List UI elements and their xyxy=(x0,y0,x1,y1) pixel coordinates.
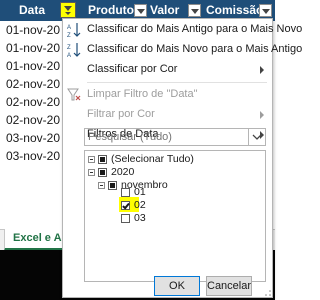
submenu-arrow-icon xyxy=(260,66,264,74)
collapse-icon[interactable] xyxy=(98,182,105,189)
submenu-arrow-icon xyxy=(260,111,264,119)
tree-item-label: 02 xyxy=(134,199,146,211)
checkbox-checked[interactable] xyxy=(121,201,130,210)
cancel-button[interactable]: Cancelar xyxy=(206,276,252,296)
search-input[interactable] xyxy=(85,129,247,145)
menu-item-clear-filter[interactable]: Limpar Filtro de "Data" xyxy=(63,85,272,105)
svg-text:Z: Z xyxy=(67,33,71,38)
search-icon xyxy=(252,134,262,140)
search-dropdown-button[interactable] xyxy=(248,129,265,145)
sort-descending-icon: Z A xyxy=(67,43,81,58)
checkbox-partial[interactable] xyxy=(98,155,107,164)
svg-text:A: A xyxy=(67,53,71,58)
filter-dropdown-button-valor[interactable] xyxy=(188,4,201,17)
filter-funnel-icon xyxy=(65,12,71,16)
tree-item-label: 01 xyxy=(134,186,146,198)
cell-date[interactable]: 01-nov-20 xyxy=(0,57,64,75)
menu-separator xyxy=(87,82,267,83)
menu-item-label: Classificar por Cor xyxy=(87,63,178,75)
checkbox-partial[interactable] xyxy=(98,168,107,177)
date-column: 01-nov-20 01-nov-20 01-nov-20 02-nov-20 … xyxy=(0,21,64,165)
menu-item-label: Filtrar por Cor xyxy=(87,108,155,120)
cell-date[interactable]: 02-nov-20 xyxy=(0,75,64,93)
cell-date[interactable]: 03-nov-20 xyxy=(0,129,64,147)
filter-dropdown-button-produto[interactable] xyxy=(134,4,147,17)
ok-button[interactable]: OK xyxy=(154,276,200,296)
menu-item-label: Limpar Filtro de "Data" xyxy=(87,88,198,100)
filter-dropdown-button-comissao[interactable] xyxy=(259,4,272,17)
cell-date[interactable]: 01-nov-20 xyxy=(0,39,64,57)
menu-item-sort-oldest[interactable]: A Z Classificar do Mais Antigo para o Ma… xyxy=(63,20,302,40)
menu-item-label: Classificar do Mais Antigo para o Mais N… xyxy=(87,23,303,35)
checkbox-unchecked[interactable] xyxy=(121,214,130,223)
tree-item-label: (Selecionar Tudo) xyxy=(111,153,194,165)
filter-value-tree: (Selecionar Tudo) 2020 novembro 01 02 03 xyxy=(84,150,266,282)
svg-text:A: A xyxy=(67,25,71,31)
cell-date[interactable]: 02-nov-20 xyxy=(0,93,64,111)
cell-date[interactable]: 03-nov-20 xyxy=(0,147,64,165)
collapse-icon[interactable] xyxy=(88,156,95,163)
checkbox-unchecked[interactable] xyxy=(121,188,130,197)
collapse-icon[interactable] xyxy=(88,169,95,176)
sort-ascending-icon: A Z xyxy=(67,23,81,38)
column-header-data: Data xyxy=(18,3,45,17)
resize-grip-icon[interactable] xyxy=(264,289,272,297)
tree-item-label: 03 xyxy=(134,212,146,224)
menu-item-sort-newest[interactable]: Z A Classificar do Mais Novo para o Mais… xyxy=(63,40,302,60)
cell-date[interactable]: 02-nov-20 xyxy=(0,111,64,129)
menu-item-sort-by-color[interactable]: Classificar por Cor xyxy=(63,60,272,80)
filter-dropdown-button-data[interactable] xyxy=(60,2,76,18)
menu-item-label: Classificar do Mais Novo para o Mais Ant… xyxy=(87,43,303,55)
menu-item-filter-by-color[interactable]: Filtrar por Cor xyxy=(63,105,272,125)
filter-search-box[interactable] xyxy=(84,128,266,146)
clear-filter-icon xyxy=(67,88,81,101)
svg-text:Z: Z xyxy=(67,45,71,51)
checkbox-partial[interactable] xyxy=(108,181,117,190)
tree-item-label: 2020 xyxy=(111,166,135,178)
cell-date[interactable]: 01-nov-20 xyxy=(0,21,64,39)
